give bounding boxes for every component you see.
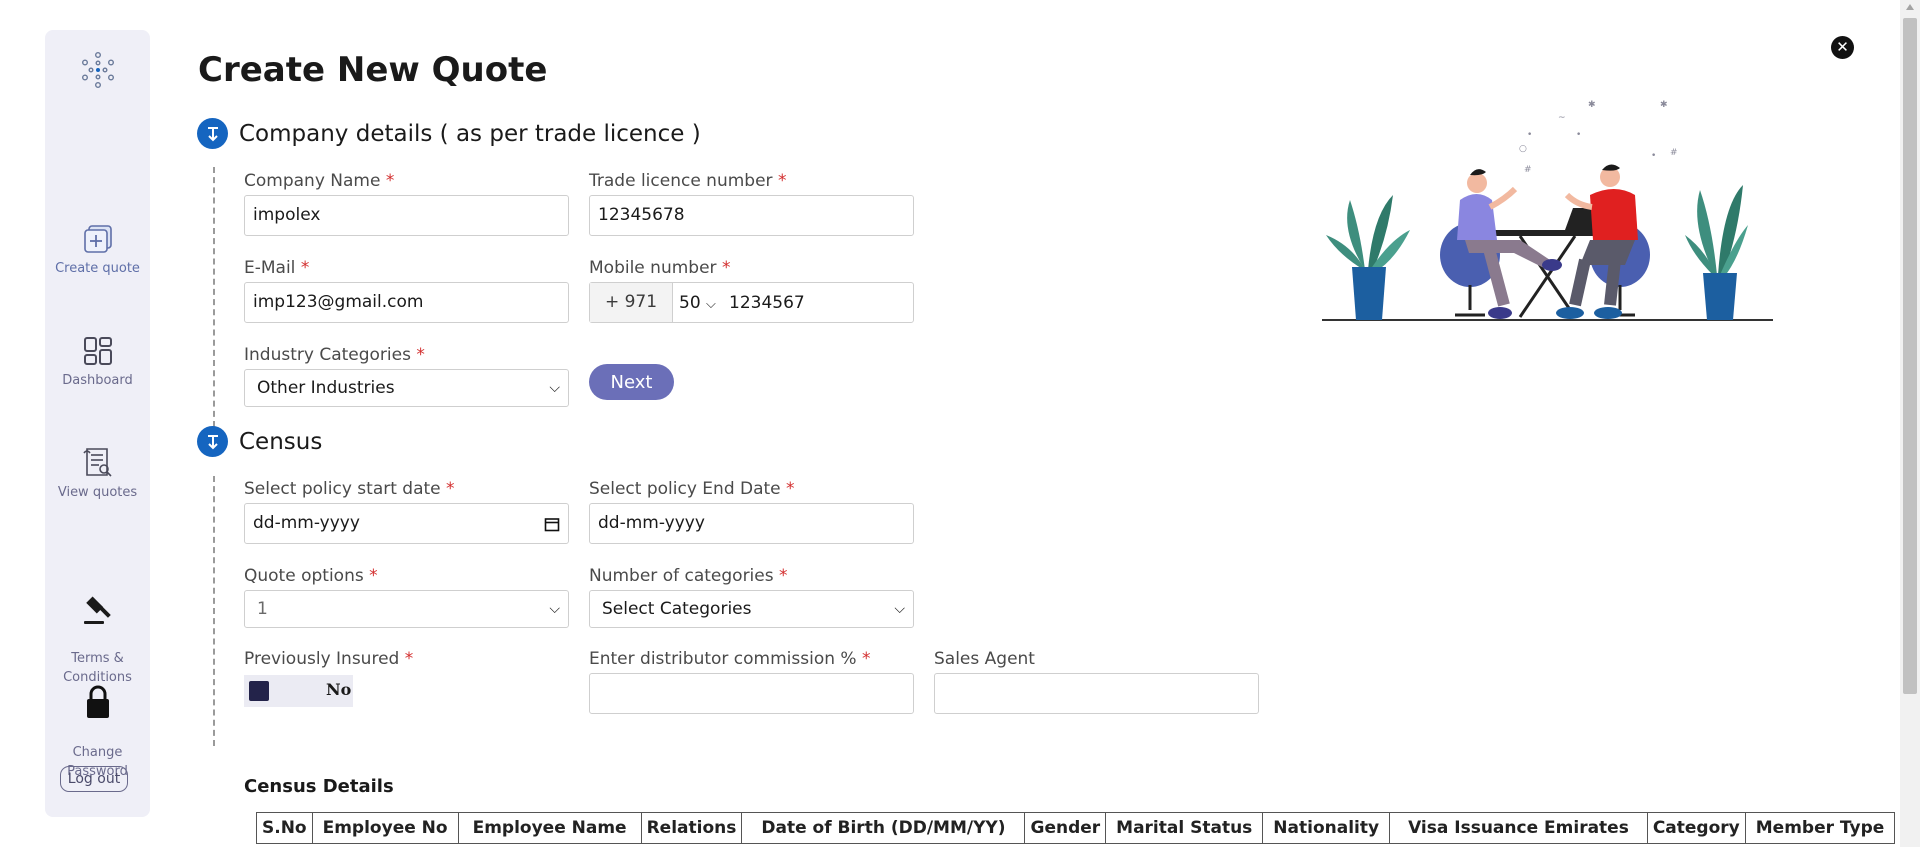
scroll-thumb[interactable]: [1903, 18, 1917, 694]
census-table-header-row: S.No Employee No Employee Name Relations…: [256, 812, 1896, 844]
svg-text:~: ~: [1558, 113, 1566, 123]
column-header: S.No: [256, 812, 313, 844]
end-date-label: Select policy End Date *: [589, 479, 795, 499]
sidebar-item-label: Dashboard: [62, 373, 133, 388]
start-date-value: dd-mm-yyyy: [253, 513, 360, 533]
toggle-state: No: [326, 680, 352, 699]
sidebar-item-label: Create quote: [55, 261, 140, 276]
scroll-up-arrow-icon[interactable]: [1906, 4, 1914, 10]
industry-select[interactable]: Other Industries ⌵: [244, 369, 569, 407]
mobile-number-field[interactable]: 1234567: [725, 293, 805, 313]
column-header: Gender: [1024, 812, 1107, 844]
sidebar-item-label: View quotes: [57, 485, 138, 500]
company-section-header[interactable]: Company details ( as per trade licence ): [197, 118, 701, 149]
previously-insured-label: Previously Insured *: [244, 649, 414, 669]
sales-agent-field[interactable]: [934, 673, 1259, 714]
num-categories-select[interactable]: Select Categories ⌵: [589, 590, 914, 628]
column-header: Member Type: [1744, 812, 1896, 844]
svg-text:✱: ✱: [1660, 100, 1668, 110]
email-field[interactable]: imp123@gmail.com: [244, 282, 569, 323]
quote-options-label: Quote options *: [244, 566, 378, 586]
section-divider: [213, 476, 215, 746]
company-name-field[interactable]: impolex: [244, 195, 569, 236]
svg-text:•: •: [1651, 151, 1656, 161]
country-code: + 971: [590, 283, 673, 322]
column-header: Date of Birth (DD/MM/YY): [741, 812, 1026, 844]
section-title: Census: [239, 428, 323, 455]
toggle-knob: [249, 681, 269, 701]
start-date-field[interactable]: dd-mm-yyyy: [244, 503, 569, 544]
census-section-header[interactable]: Census: [197, 426, 322, 457]
operator-code-select[interactable]: 50 ⌵: [673, 293, 725, 313]
chevron-down-icon: ⌵: [894, 601, 905, 617]
app-logo: [81, 52, 115, 89]
create-quote-icon: [83, 225, 112, 253]
office-meeting-illustration: ✱ ✱ ~ • • ○ # • #: [1322, 100, 1773, 321]
mobile-label: Mobile number *: [589, 258, 731, 278]
scrollbar[interactable]: [1900, 0, 1920, 847]
chevron-down-icon: ⌵: [706, 296, 716, 312]
column-header: Visa Issuance Emirates: [1389, 812, 1648, 844]
column-header: Employee No: [311, 812, 459, 844]
svg-text:•: •: [1527, 130, 1532, 140]
gavel-icon: [83, 596, 111, 624]
start-date-label: Select policy start date *: [244, 479, 455, 499]
industry-select-value: Other Industries: [257, 378, 395, 398]
svg-text:○: ○: [1519, 144, 1527, 154]
svg-text:•: •: [1576, 130, 1581, 140]
page-title: Create New Quote: [198, 50, 548, 90]
logout-button[interactable]: Log out: [60, 766, 128, 792]
calendar-icon[interactable]: [544, 516, 560, 532]
view-quotes-icon: [82, 448, 112, 477]
close-icon[interactable]: ✕: [1831, 36, 1854, 59]
column-header: Nationality: [1262, 812, 1391, 844]
section-divider: [213, 167, 215, 427]
trade-licence-label: Trade licence number *: [589, 171, 787, 191]
sidebar: Create quote Dashboard View quotes Terms…: [45, 30, 150, 817]
chevron-down-icon: ⌵: [549, 380, 560, 396]
column-header: Marital Status: [1105, 812, 1264, 844]
sidebar-item-view-quotes[interactable]: View quotes: [45, 445, 150, 502]
sidebar-item-create-quote[interactable]: Create quote: [45, 223, 150, 278]
email-label: E-Mail *: [244, 258, 310, 278]
column-header: Relations: [640, 812, 743, 844]
collapse-arrow-icon[interactable]: [197, 118, 228, 149]
svg-text:#: #: [1670, 148, 1678, 158]
column-header: Category: [1646, 812, 1746, 844]
census-details-title: Census Details: [244, 776, 394, 797]
commission-label: Enter distributor commission % *: [589, 649, 871, 669]
sales-agent-label: Sales Agent: [934, 649, 1035, 669]
lock-icon: [86, 685, 109, 718]
dashboard-icon: [83, 337, 112, 365]
end-date-field[interactable]: dd-mm-yyyy: [589, 503, 914, 544]
industry-label: Industry Categories *: [244, 345, 425, 365]
quote-options-value: 1: [257, 599, 268, 619]
company-name-label: Company Name *: [244, 171, 395, 191]
trade-licence-field[interactable]: 12345678: [589, 195, 914, 236]
num-categories-label: Number of categories *: [589, 566, 788, 586]
sidebar-item-dashboard[interactable]: Dashboard: [45, 335, 150, 390]
commission-field[interactable]: [589, 673, 914, 714]
next-button[interactable]: Next: [589, 364, 674, 400]
svg-text:✱: ✱: [1588, 100, 1596, 110]
mobile-number-group: + 971 50 ⌵ 1234567: [589, 282, 914, 323]
column-header: Employee Name: [457, 812, 642, 844]
chevron-down-icon: ⌵: [549, 601, 560, 617]
census-table: S.No Employee No Employee Name Relations…: [256, 812, 1896, 844]
collapse-arrow-icon[interactable]: [197, 426, 228, 457]
svg-text:#: #: [1524, 165, 1532, 175]
num-categories-value: Select Categories: [602, 599, 752, 619]
sidebar-item-change-password[interactable]: Change Password: [45, 665, 150, 781]
previously-insured-toggle[interactable]: No: [244, 675, 353, 707]
quote-options-select[interactable]: 1 ⌵: [244, 590, 569, 628]
section-title: Company details ( as per trade licence ): [239, 120, 701, 147]
